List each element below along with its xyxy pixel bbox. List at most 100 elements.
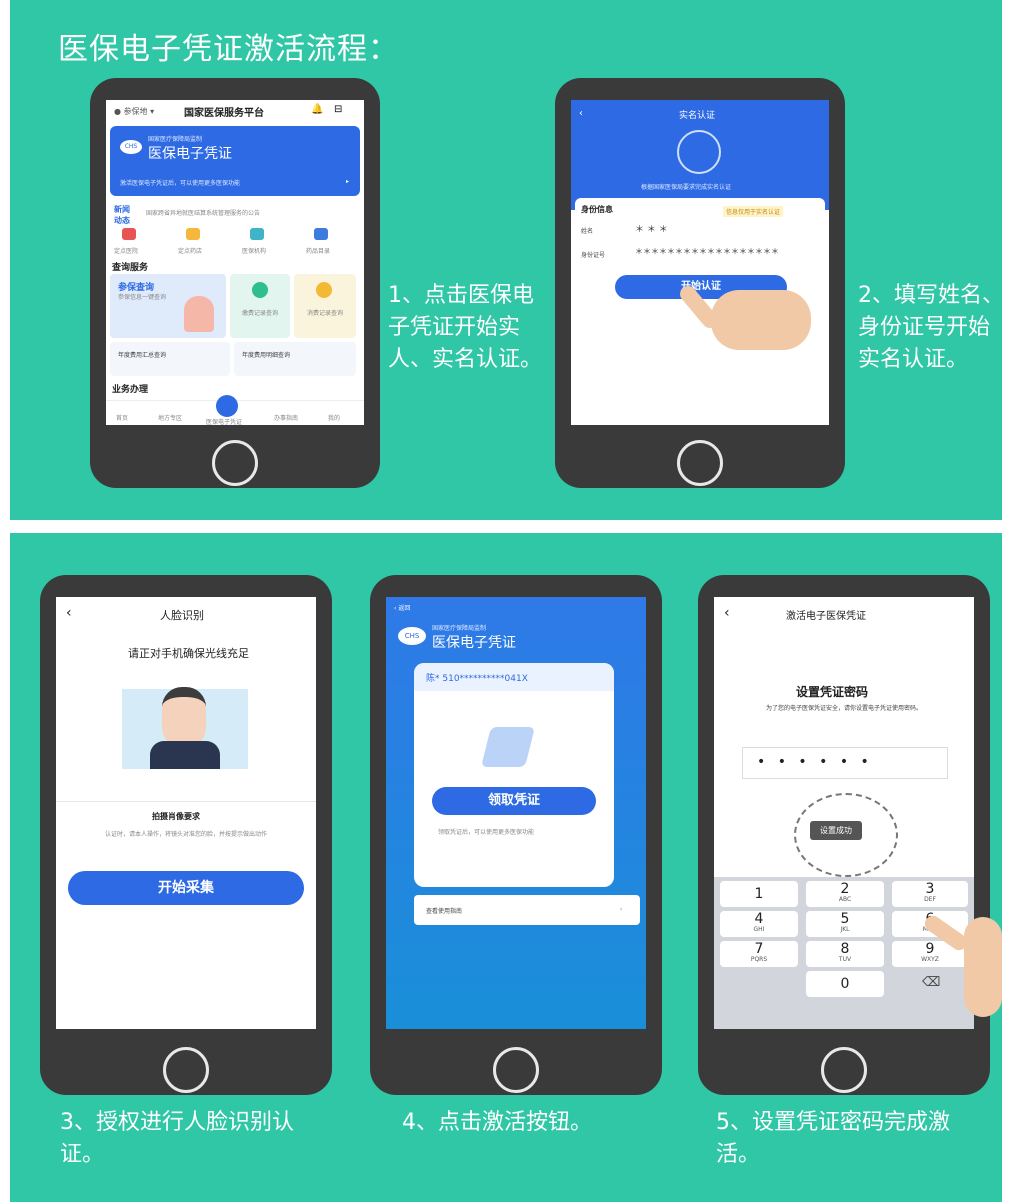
usage-guide-row[interactable]: 查看使用指南 › (414, 895, 640, 925)
page-title: 医保电子凭证激活流程： (58, 32, 399, 67)
tab-mine[interactable]: 我的 (328, 413, 340, 422)
back-arrow-icon[interactable]: ‹ (579, 108, 583, 119)
holder-info: 陈* 510**********041X (426, 674, 528, 684)
home-button[interactable] (677, 440, 723, 486)
key-2[interactable]: 2 ABC (806, 881, 884, 907)
key-1[interactable]: 1 (720, 881, 798, 907)
pointing-hand (964, 917, 1002, 1017)
news-label: 新闻动态 (114, 205, 130, 225)
key-3[interactable]: 3 DEF (892, 881, 968, 907)
tile-annual-detail-label: 年度费用明细查询 (242, 352, 291, 359)
pharmacy-icon (186, 228, 200, 240)
step-2-caption: 2、填写姓名、身份证号开始实名认证。 (858, 283, 1004, 372)
back-arrow-icon[interactable]: ‹ (66, 605, 72, 621)
tile-consumption-label: 消费记录查询 (306, 310, 343, 317)
back-link[interactable]: ‹ 返回 (394, 603, 410, 612)
password-title: 设置凭证密码 (796, 685, 869, 699)
divider (56, 801, 316, 802)
hospital-icon (122, 228, 136, 240)
phone-5: ‹ 激活电子医保凭证 设置凭证密码 为了您的电子医保凭证安全，请你设置电子凭证使… (698, 575, 990, 1095)
chevron-right-icon: › (620, 906, 623, 913)
key-4[interactable]: 4 GHI (720, 911, 798, 937)
scan-icon[interactable]: ⊟ (334, 104, 342, 115)
key-8[interactable]: 8 TUV (806, 941, 884, 967)
top-panel: 医保电子凭证激活流程： ● 参保地 ▾ 国家医保服务平台 🔔 ⊟ CHS 国家医… (10, 0, 1004, 520)
face-illustration (162, 687, 206, 749)
id-label: 身份证号 (581, 252, 606, 259)
phone-1-screen: ● 参保地 ▾ 国家医保服务平台 🔔 ⊟ CHS 国家医疗保障局监制 医保电子凭… (106, 100, 364, 425)
banner-title: 医保电子凭证 (148, 146, 232, 162)
query-header: 查询服务 (112, 263, 149, 273)
success-toast: 设置成功 (810, 821, 862, 840)
query-card-sub: 参保信息一键查询 (118, 294, 167, 301)
agency-icon (250, 228, 264, 240)
business-header: 业务办理 (112, 385, 149, 395)
home-button[interactable] (493, 1047, 539, 1093)
phone-5-screen: ‹ 激活电子医保凭证 设置凭证密码 为了您的电子医保凭证安全，请你设置电子凭证使… (714, 597, 974, 1029)
id-field[interactable]: ＊＊＊＊＊＊＊＊＊＊＊＊＊＊＊＊＊＊ (635, 246, 779, 257)
tab-guide[interactable]: 办事指南 (274, 413, 298, 422)
bottom-panel: ‹ 人脸识别 请正对手机确保光线充足 拍摄肖像要求 认证时，请本人操作，将镜头对… (10, 533, 1002, 1202)
banner-small-text: 国家医疗保障局监制 (148, 136, 203, 143)
shortcut-hospital[interactable]: 定点医院 (114, 246, 138, 255)
step-1-caption: 1、点击医保电子凭证开始实人、实名认证。 (388, 283, 543, 372)
key-5[interactable]: 5 JKL (806, 911, 884, 937)
activate-title: 激活电子医保凭证 (786, 611, 866, 622)
password-dots: • • • • • • (757, 754, 873, 770)
tile-consumption[interactable]: 消费记录查询 (294, 274, 356, 338)
tile-payment-label: 缴费记录查询 (241, 310, 278, 317)
auth-notice: 根据国家医保局要求完成实名认证 (641, 184, 732, 191)
step-3-caption: 3、授权进行人脸识别认证。 (60, 1110, 294, 1167)
shield-icon (677, 130, 721, 174)
location-selector[interactable]: ● 参保地 ▾ (114, 106, 154, 117)
start-capture-button[interactable]: 开始采集 (68, 871, 304, 905)
home-button[interactable] (212, 440, 258, 486)
step-4-caption: 4、点击激活按钮。 (402, 1110, 592, 1135)
home-button[interactable] (821, 1047, 867, 1093)
consumption-icon (316, 282, 332, 298)
tab-home[interactable]: 首页 (116, 413, 128, 422)
tab-credential-icon[interactable] (216, 395, 238, 417)
tab-bar: 首页 地方专区 医保电子凭证 办事指南 我的 (106, 395, 364, 425)
face-title: 人脸识别 (160, 609, 204, 622)
banner-small-text: 国家医疗保障局监制 (432, 625, 487, 632)
phone-3-screen: ‹ 人脸识别 请正对手机确保光线充足 拍摄肖像要求 认证时，请本人操作，将镜头对… (56, 597, 316, 1029)
password-desc: 为了您的电子医保凭证安全，请你设置电子凭证使用密码。 (765, 705, 922, 712)
shortcut-agency[interactable]: 医保机构 (242, 246, 266, 255)
shortcut-drug-list[interactable]: 药品目录 (306, 246, 330, 255)
key-7[interactable]: 7 PQRS (720, 941, 798, 967)
news-text[interactable]: 国家跨省异地就医结算系统管理服务的公告 (146, 208, 260, 217)
phone-2: ‹ 实名认证 根据国家医保局要求完成实名认证 身份信息 信息仅用于实名认证 姓名… (555, 78, 845, 488)
person-illustration (184, 296, 214, 332)
shortcut-pharmacy[interactable]: 定点药店 (178, 246, 202, 255)
auth-title: 实名认证 (679, 111, 716, 121)
name-label: 姓名 (581, 228, 594, 235)
password-input[interactable]: • • • • • • (742, 747, 948, 779)
chs-logo-icon: CHS (398, 627, 426, 645)
phone-4-screen: ‹ 返回 CHS 国家医疗保障局监制 医保电子凭证 陈* 510********… (386, 597, 646, 1029)
home-button[interactable] (163, 1047, 209, 1093)
tab-credential[interactable]: 医保电子凭证 (206, 417, 242, 425)
chevron-right-icon: ▸ (346, 178, 350, 185)
face-instruction: 请正对手机确保光线充足 (128, 647, 249, 660)
claim-credential-button[interactable]: 领取凭证 (432, 787, 596, 815)
name-field[interactable]: ＊ ＊ ＊ (635, 222, 668, 235)
identity-tag: 信息仅用于实名认证 (723, 206, 784, 217)
suit-illustration (150, 741, 220, 769)
tile-annual-summary[interactable]: 年度费用汇总查询 (110, 342, 230, 376)
tile-annual-summary-label: 年度费用汇总查询 (118, 352, 167, 359)
back-arrow-icon[interactable]: ‹ (724, 605, 730, 621)
key-0[interactable]: 0 (806, 971, 884, 997)
phone-4: ‹ 返回 CHS 国家医疗保障局监制 医保电子凭证 陈* 510********… (370, 575, 662, 1095)
query-card[interactable]: 参保查询 参保信息一键查询 (110, 274, 226, 338)
tile-annual-detail[interactable]: 年度费用明细查询 (234, 342, 356, 376)
tab-local[interactable]: 地方专区 (158, 413, 182, 422)
bell-icon[interactable]: 🔔 (311, 104, 323, 115)
credential-banner[interactable]: CHS 国家医疗保障局监制 医保电子凭证 激活医保电子凭证后，可以使用更多医保功… (110, 126, 360, 196)
banner-tip: 激活医保电子凭证后，可以使用更多医保功能 (120, 180, 241, 187)
payment-icon (252, 282, 268, 298)
tile-payment[interactable]: 缴费记录查询 (230, 274, 290, 338)
claim-tip: 领取凭证后，可以使用更多医保功能 (438, 829, 535, 836)
step-5-caption: 5、设置凭证密码完成激活。 (716, 1110, 950, 1167)
backspace-icon[interactable]: ⌫ (922, 975, 940, 990)
